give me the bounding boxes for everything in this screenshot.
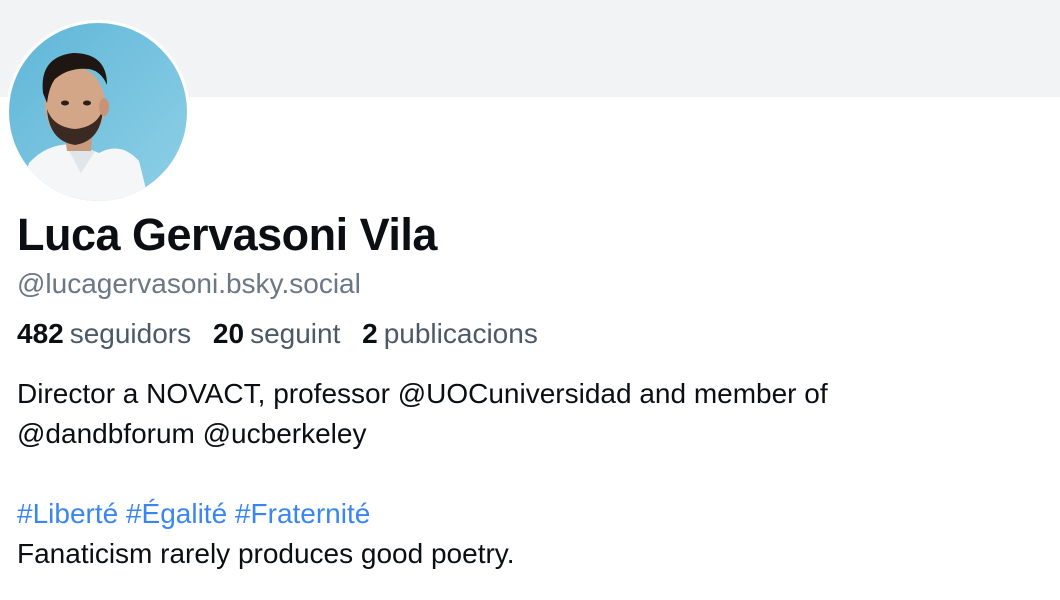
profile-page: Luca Gervasoni Vila @lucagervasoni.bsky.… <box>0 0 1060 600</box>
posts-stat: 2 publicacions <box>362 317 538 351</box>
followers-count: 482 <box>17 318 64 349</box>
display-name: Luca Gervasoni Vila <box>17 209 437 260</box>
posts-label: publicacions <box>383 318 538 349</box>
profile-stats: 482 seguidors 20 seguint 2 publicacions <box>17 317 552 351</box>
following-count: 20 <box>212 318 245 349</box>
profile-bio: Director a NOVACT, professor @UOCunivers… <box>17 374 1047 574</box>
bio-hashtags: #Liberté #Égalité #Fraternité <box>17 494 1047 534</box>
followers-stat[interactable]: 482 seguidors <box>17 317 191 351</box>
hashtag-fraternite[interactable]: #Fraternité <box>235 498 370 529</box>
following-stat[interactable]: 20 seguint <box>213 317 340 351</box>
following-label: seguint <box>250 318 341 349</box>
hashtag-liberte[interactable]: #Liberté <box>17 498 118 529</box>
followers-label: seguidors <box>69 318 192 349</box>
hashtag-egalite[interactable]: #Égalité <box>126 498 227 529</box>
bio-spacer <box>17 454 1047 494</box>
bio-line: @dandbforum @ucberkeley <box>17 418 367 449</box>
posts-count: 2 <box>362 318 378 349</box>
bio-line: Fanaticism rarely produces good poetry. <box>17 538 515 569</box>
handle[interactable]: @lucagervasoni.bsky.social <box>17 267 361 301</box>
bio-line: Director a NOVACT, professor @UOCunivers… <box>17 378 828 409</box>
avatar[interactable] <box>6 20 190 204</box>
avatar-photo <box>9 23 187 201</box>
